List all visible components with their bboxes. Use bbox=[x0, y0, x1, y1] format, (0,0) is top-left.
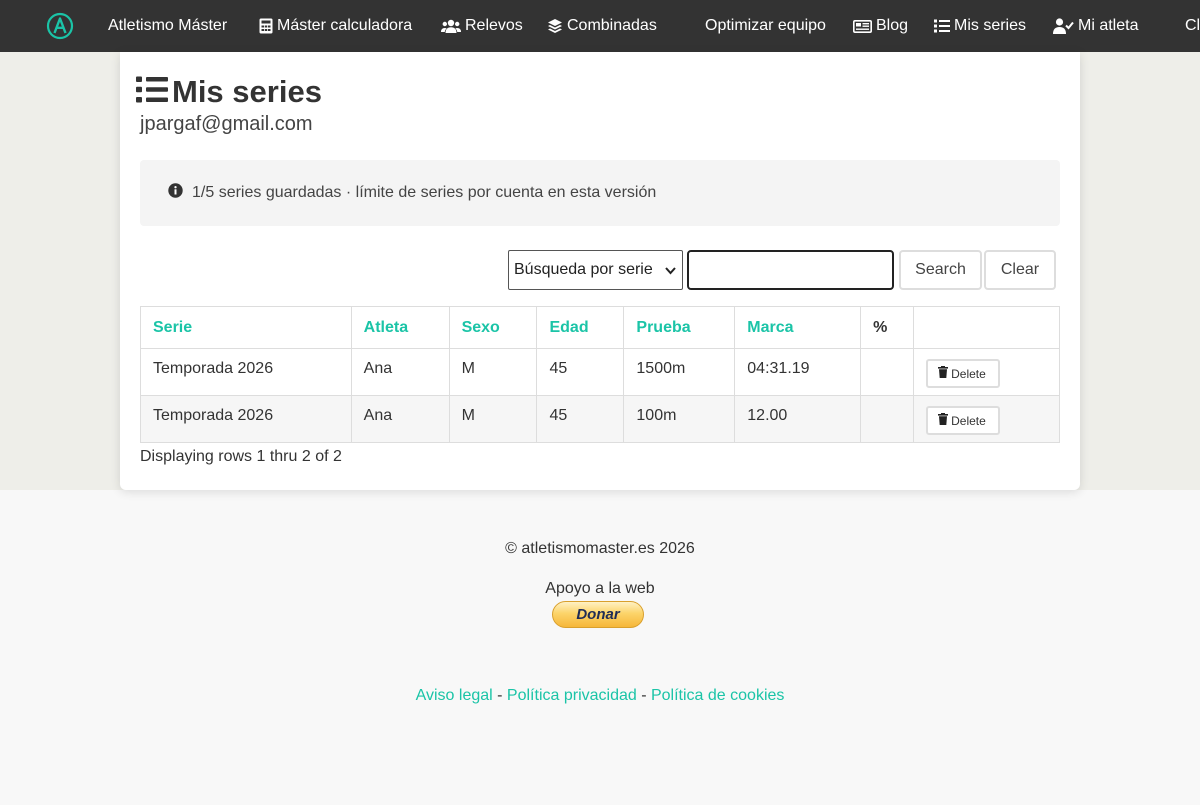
series-table: Serie Atleta Sexo Edad Prueba Marca % Te… bbox=[140, 306, 1060, 443]
pagination-info: Displaying rows 1 thru 2 of 2 bbox=[140, 448, 342, 465]
nav-item-mi-atleta[interactable]: Mi atleta bbox=[1053, 0, 1138, 52]
nav-item-label: Mi atleta bbox=[1078, 17, 1139, 34]
cell-percent bbox=[860, 395, 915, 443]
users-icon bbox=[441, 19, 461, 33]
cell-prueba: 1500m bbox=[623, 348, 736, 396]
nav-item-calculadora[interactable]: Máster calculadora bbox=[259, 0, 412, 52]
cell-marca: 12.00 bbox=[734, 395, 862, 443]
list-icon bbox=[934, 19, 950, 33]
trash-icon bbox=[938, 413, 949, 428]
nav-item-relevos[interactable]: Relevos bbox=[441, 0, 523, 52]
nav-item-label: Relevos bbox=[465, 17, 523, 34]
info-circle-icon bbox=[168, 183, 183, 203]
user-check-icon bbox=[1053, 18, 1074, 34]
cell-prueba: 100m bbox=[623, 395, 736, 443]
cell-sexo: M bbox=[448, 395, 538, 443]
delete-button-label: Delete bbox=[951, 413, 986, 428]
nav-item-label: Cl bbox=[1185, 17, 1200, 34]
nav-item-label: Combinadas bbox=[567, 17, 657, 34]
cell-sexo: M bbox=[448, 348, 538, 396]
site-logo-icon[interactable] bbox=[46, 12, 74, 40]
cell-edad: 45 bbox=[536, 395, 625, 443]
footer-link-separator: - bbox=[492, 687, 507, 704]
footer-copyright: © atletismomaster.es 2026 bbox=[505, 540, 695, 557]
nav-item-cl[interactable]: Cl bbox=[1185, 0, 1200, 52]
chevron-down-icon bbox=[665, 264, 676, 282]
search-button[interactable]: Search bbox=[899, 250, 982, 290]
page-title-text: Mis series bbox=[172, 74, 322, 109]
nav-item-label: Optimizar equipo bbox=[705, 17, 826, 34]
cell-serie: Temporada 2026 bbox=[140, 348, 352, 396]
column-header-prueba[interactable]: Prueba bbox=[623, 306, 736, 349]
newspaper-icon bbox=[853, 19, 872, 33]
cookie-policy-link[interactable]: Política de cookies bbox=[651, 687, 784, 704]
footer-support-text: Apoyo a la web bbox=[545, 580, 655, 597]
delete-button[interactable]: Delete bbox=[926, 359, 1000, 388]
cell-percent bbox=[860, 348, 915, 396]
calculator-icon bbox=[259, 18, 273, 34]
cell-actions: Delete bbox=[913, 395, 1060, 443]
list-icon bbox=[136, 76, 168, 108]
donate-button[interactable]: Donar bbox=[552, 601, 644, 628]
column-header-actions bbox=[913, 306, 1060, 349]
column-header-marca[interactable]: Marca bbox=[734, 306, 862, 349]
search-type-select[interactable]: Búsqueda por serie bbox=[508, 250, 683, 290]
nav-item-blog[interactable]: Blog bbox=[853, 0, 908, 52]
layers-icon bbox=[547, 18, 563, 34]
privacy-policy-link[interactable]: Política privacidad bbox=[507, 687, 637, 704]
search-input[interactable] bbox=[687, 250, 894, 290]
cell-marca: 04:31.19 bbox=[734, 348, 862, 396]
column-header-serie[interactable]: Serie bbox=[140, 306, 352, 349]
nav-item-label: Blog bbox=[876, 17, 909, 34]
nav-item-mis-series[interactable]: Mis series bbox=[934, 0, 1026, 52]
legal-notice-link[interactable]: Aviso legal bbox=[416, 687, 493, 704]
cell-serie: Temporada 2026 bbox=[140, 395, 352, 443]
cell-actions: Delete bbox=[913, 348, 1060, 396]
info-alert: 1/5 series guardadas · límite de series … bbox=[140, 160, 1060, 226]
alert-text: 1/5 series guardadas · límite de series … bbox=[192, 184, 657, 201]
column-header-sexo[interactable]: Sexo bbox=[448, 306, 538, 349]
table-row: Temporada 2026 Ana M 45 1500m 04:31.19 D… bbox=[140, 348, 1060, 396]
nav-item-label: Máster calculadora bbox=[277, 17, 413, 34]
delete-button[interactable]: Delete bbox=[926, 406, 1000, 435]
page-title: Mis series bbox=[136, 74, 322, 110]
cell-atleta: Ana bbox=[350, 395, 450, 443]
main-card: Mis series jpargaf@gmail.com 1/5 series … bbox=[120, 52, 1080, 490]
table-header-row: Serie Atleta Sexo Edad Prueba Marca % bbox=[140, 306, 1060, 349]
table-row: Temporada 2026 Ana M 45 100m 12.00 Delet… bbox=[140, 395, 1060, 443]
delete-button-label: Delete bbox=[951, 366, 986, 381]
cell-atleta: Ana bbox=[350, 348, 450, 396]
trash-icon bbox=[938, 366, 949, 381]
top-navbar: Atletismo Máster Máster calculadora Rele… bbox=[0, 0, 1200, 52]
nav-item-label: Mis series bbox=[954, 17, 1027, 34]
cell-edad: 45 bbox=[536, 348, 625, 396]
nav-brand-label: Atletismo Máster bbox=[108, 17, 228, 34]
user-email: jpargaf@gmail.com bbox=[140, 113, 313, 135]
column-header-atleta[interactable]: Atleta bbox=[350, 306, 450, 349]
nav-brand-link[interactable]: Atletismo Máster bbox=[108, 0, 227, 52]
clear-button[interactable]: Clear bbox=[984, 250, 1056, 290]
footer-link-separator: - bbox=[636, 687, 651, 704]
nav-item-optimizar[interactable]: Optimizar equipo bbox=[705, 0, 826, 52]
search-select-value: Búsqueda por serie bbox=[514, 261, 653, 278]
column-header-percent: % bbox=[860, 306, 915, 349]
column-header-edad[interactable]: Edad bbox=[536, 306, 625, 349]
nav-item-combinadas[interactable]: Combinadas bbox=[547, 0, 657, 52]
footer-links: Aviso legal - Política privacidad - Polí… bbox=[0, 687, 1200, 705]
